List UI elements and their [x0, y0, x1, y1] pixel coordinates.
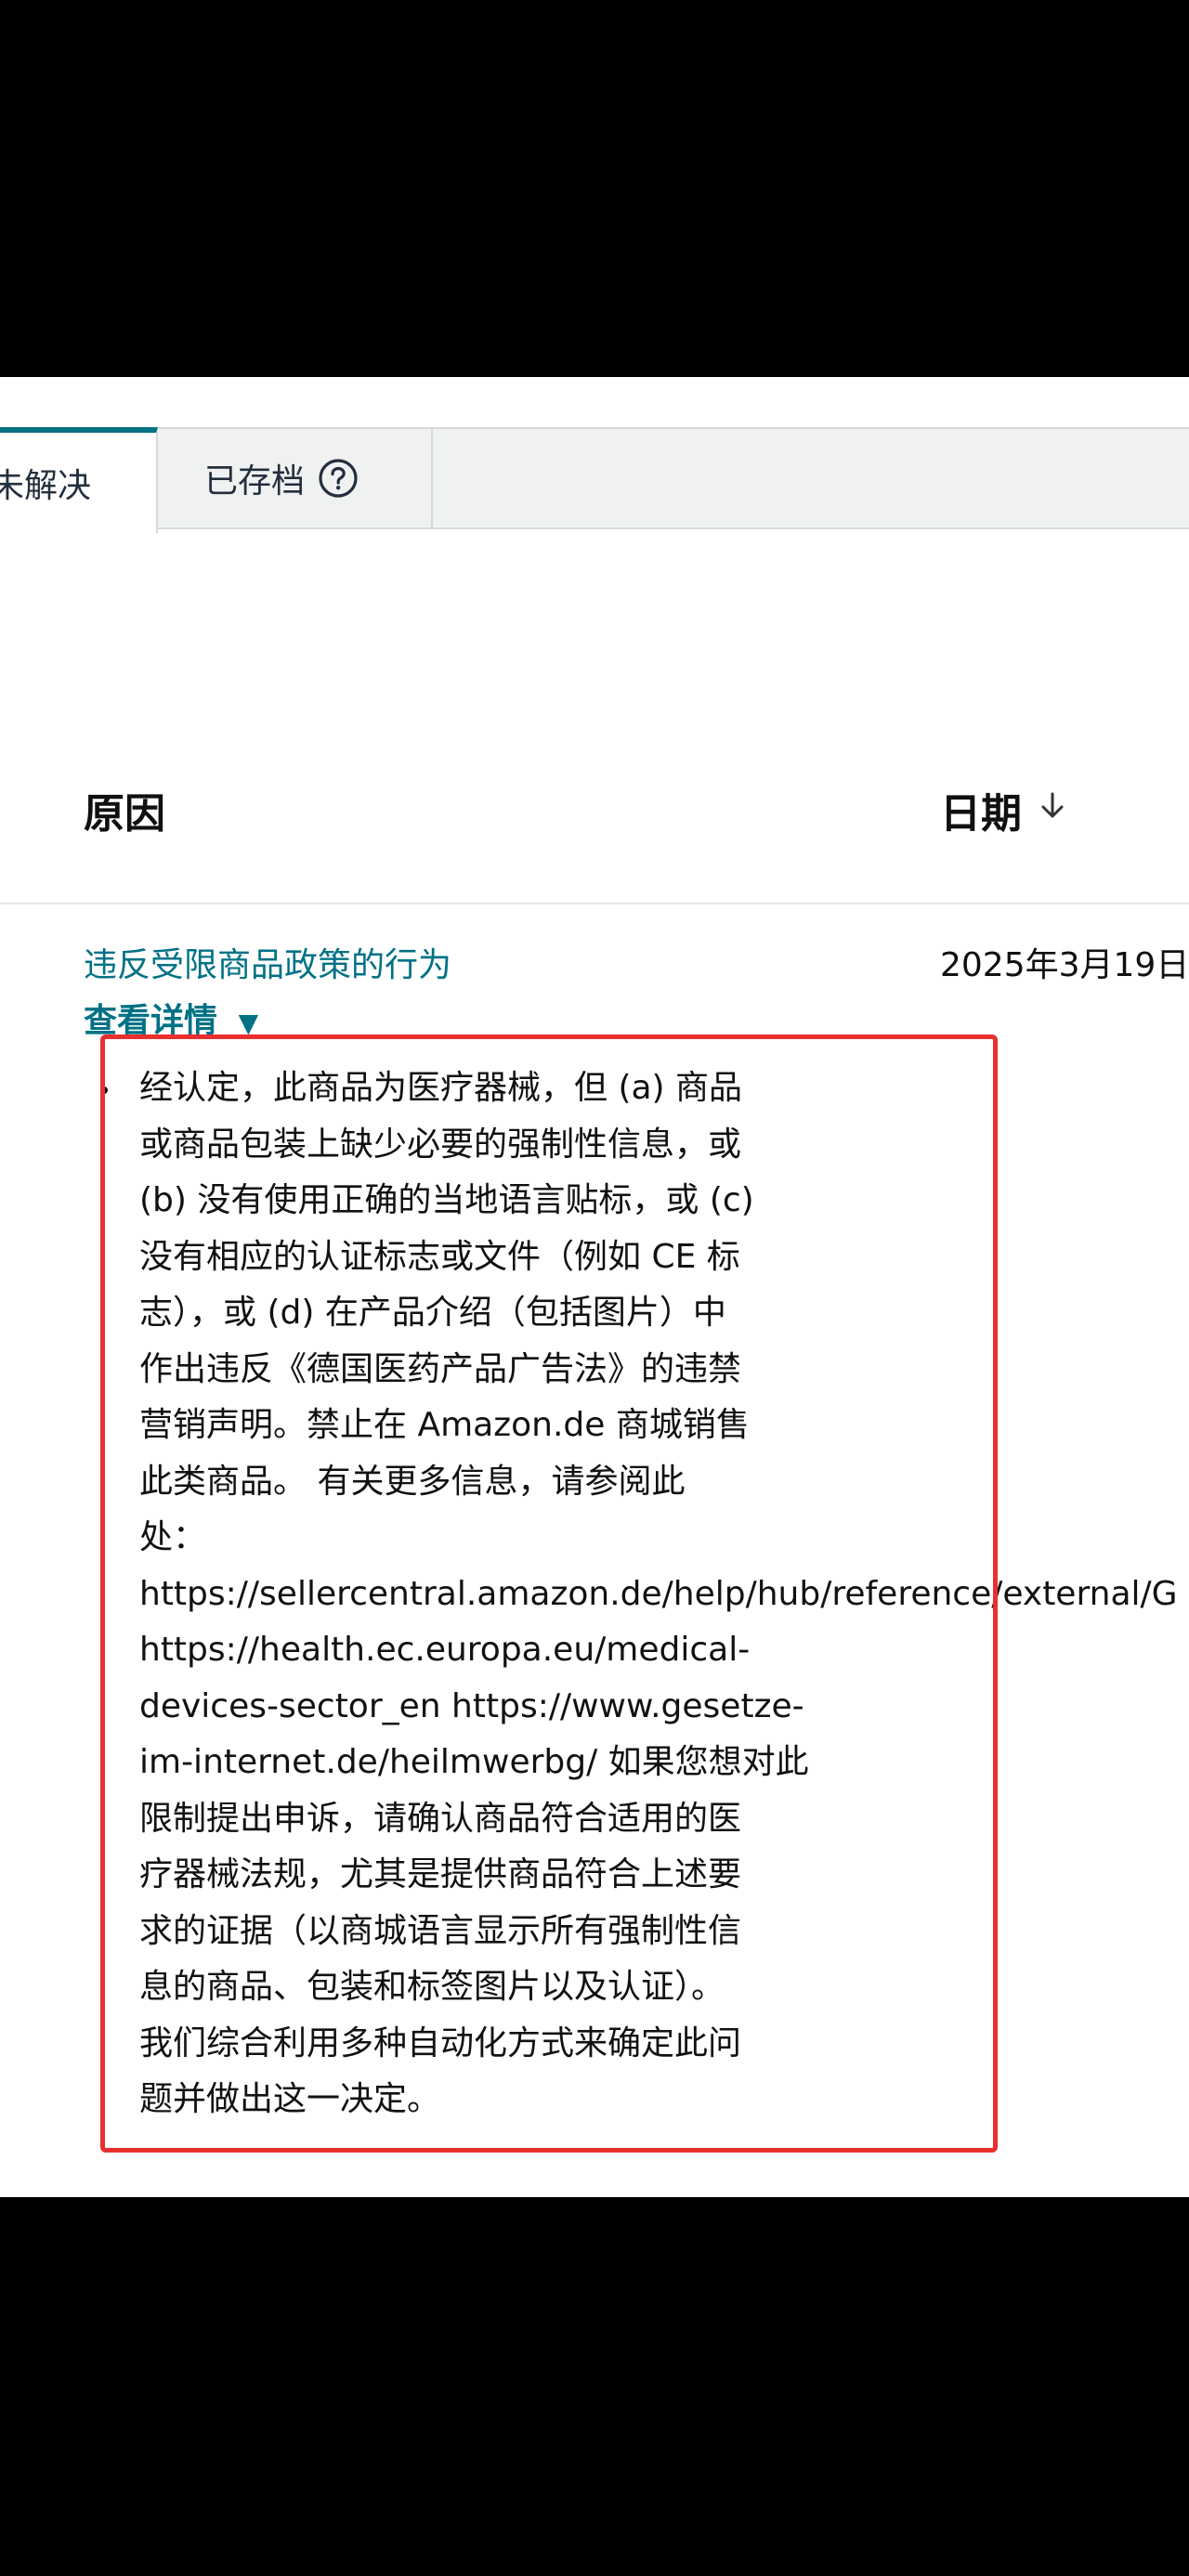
detail-line: 此类商品。 有关更多信息，请参阅此	[139, 1462, 686, 1501]
triangle-down-icon: ▼	[238, 1008, 259, 1038]
detail-line: 题并做出这一决定。	[139, 2080, 441, 2118]
detail-line: 息的商品、包装和标签图片以及认证）。	[139, 1968, 725, 2006]
detail-line: 我们综合利用多种自动化方式来确定此问	[139, 2023, 742, 2062]
detail-line: 作出违反《德国医药产品广告法》的违禁	[139, 1349, 742, 1388]
question-circle-icon[interactable]	[318, 458, 359, 499]
detail-line: 疗器械法规，尤其是提供商品符合上述要	[139, 1855, 742, 1893]
bullet-icon	[100, 1086, 108, 1094]
detail-line: 志），或 (d) 在产品介绍（包括图片）中	[139, 1294, 726, 1332]
tab-archived-label: 已存档	[204, 462, 306, 501]
detail-line: 或商品包装上缺少必要的强制性信息，或	[139, 1125, 742, 1164]
tab-bar-filler	[433, 427, 1189, 529]
detail-line: 求的证据（以商城语言显示所有强制性信	[139, 1911, 742, 1950]
detail-line: 营销声明。禁止在 Amazon.de 商城销售	[139, 1406, 750, 1444]
arrow-down-icon[interactable]	[1039, 789, 1066, 830]
reason-link[interactable]: 违反受限商品政策的行为	[84, 938, 451, 986]
column-header-date-label: 日期	[940, 790, 1022, 838]
tab-unresolved-label: 未解决	[0, 467, 92, 505]
detail-line: devices-sector_en https://www.gesetze-	[139, 1686, 804, 1725]
view-details-toggle[interactable]: 查看详情 ▼	[84, 994, 258, 1042]
tab-unresolved[interactable]: 未解决	[0, 427, 158, 533]
detail-line: https://health.ec.europa.eu/medical-	[139, 1631, 751, 1669]
column-header-reason[interactable]: 原因	[84, 780, 165, 839]
detail-line: 限制提出申诉，请确认商品符合适用的医	[139, 1799, 742, 1838]
column-header-date[interactable]: 日期	[940, 780, 1066, 839]
detail-line: (b) 没有使用正确的当地语言贴标，或 (c)	[139, 1181, 754, 1219]
violation-details: 经认定，此商品为医疗器械，但 (a) 商品 或商品包装上缺少必要的强制性信息，或 (…	[139, 1060, 1178, 2128]
header-divider	[0, 903, 1189, 904]
detail-line: 处：	[139, 1518, 207, 1556]
view-details-label: 查看详情	[84, 1002, 218, 1040]
page-content: 未解决 已存档 原因 日期 违反受限商品政策的行为 2025年3月19日 查看详…	[0, 377, 1189, 2197]
detail-line: 经认定，此商品为医疗器械，但 (a) 商品	[139, 1069, 743, 1107]
row-date: 2025年3月19日	[940, 946, 1189, 984]
detail-line: im-internet.de/heilmwerbg/ 如果您想对此	[139, 1743, 809, 1781]
detail-line: https://sellercentral.amazon.de/help/hub…	[139, 1574, 1178, 1613]
detail-line: 没有相应的认证标志或文件（例如 CE 标	[139, 1237, 740, 1276]
tab-archived[interactable]: 已存档	[158, 427, 433, 529]
